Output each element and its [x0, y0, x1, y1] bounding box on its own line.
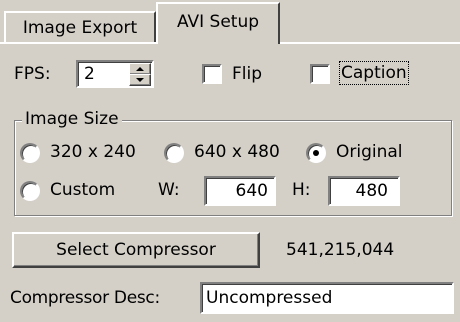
fps-label: FPS:	[14, 64, 51, 84]
compressor-desc-label: Compressor Desc:	[10, 288, 160, 308]
radio-original[interactable]	[306, 143, 326, 163]
select-compressor-button[interactable]: Select Compressor	[12, 232, 260, 268]
chevron-down-icon	[136, 78, 144, 82]
radio-custom-label: Custom	[50, 180, 116, 200]
height-value: 480	[355, 181, 388, 201]
radio-custom[interactable]	[20, 181, 40, 201]
radio-320x240-label: 320 x 240	[50, 142, 136, 162]
width-input[interactable]: 640	[204, 176, 276, 206]
select-compressor-label: Select Compressor	[56, 240, 216, 260]
chevron-up-icon	[136, 67, 144, 71]
image-size-legend: Image Size	[22, 108, 122, 130]
caption-checkbox[interactable]	[310, 64, 330, 84]
tab-avi-setup-label: AVI Setup	[176, 12, 260, 32]
caption-label: Caption	[339, 61, 409, 85]
tab-avi-setup[interactable]: AVI Setup	[156, 2, 280, 44]
radio-640x480-label: 640 x 480	[194, 142, 280, 162]
radio-original-label: Original	[336, 142, 403, 162]
fps-value: 2	[84, 64, 95, 84]
height-label: H:	[292, 180, 311, 200]
compressor-desc-value: Uncompressed	[206, 288, 333, 308]
fps-stepper[interactable]: 2	[76, 60, 154, 88]
compressor-size-value: 541,215,044	[286, 240, 395, 260]
radio-320x240[interactable]	[20, 143, 40, 163]
radio-640x480[interactable]	[164, 143, 184, 163]
radio-selected-dot	[313, 150, 319, 156]
width-value: 640	[235, 181, 268, 201]
fps-down-button[interactable]	[129, 74, 151, 86]
width-label: W:	[158, 180, 180, 200]
height-input[interactable]: 480	[328, 176, 400, 206]
flip-checkbox[interactable]	[202, 64, 222, 84]
tab-image-export[interactable]: Image Export	[4, 11, 156, 43]
tab-image-export-label: Image Export	[22, 18, 138, 38]
compressor-desc-field[interactable]: Uncompressed	[200, 282, 454, 314]
flip-label: Flip	[232, 64, 263, 84]
